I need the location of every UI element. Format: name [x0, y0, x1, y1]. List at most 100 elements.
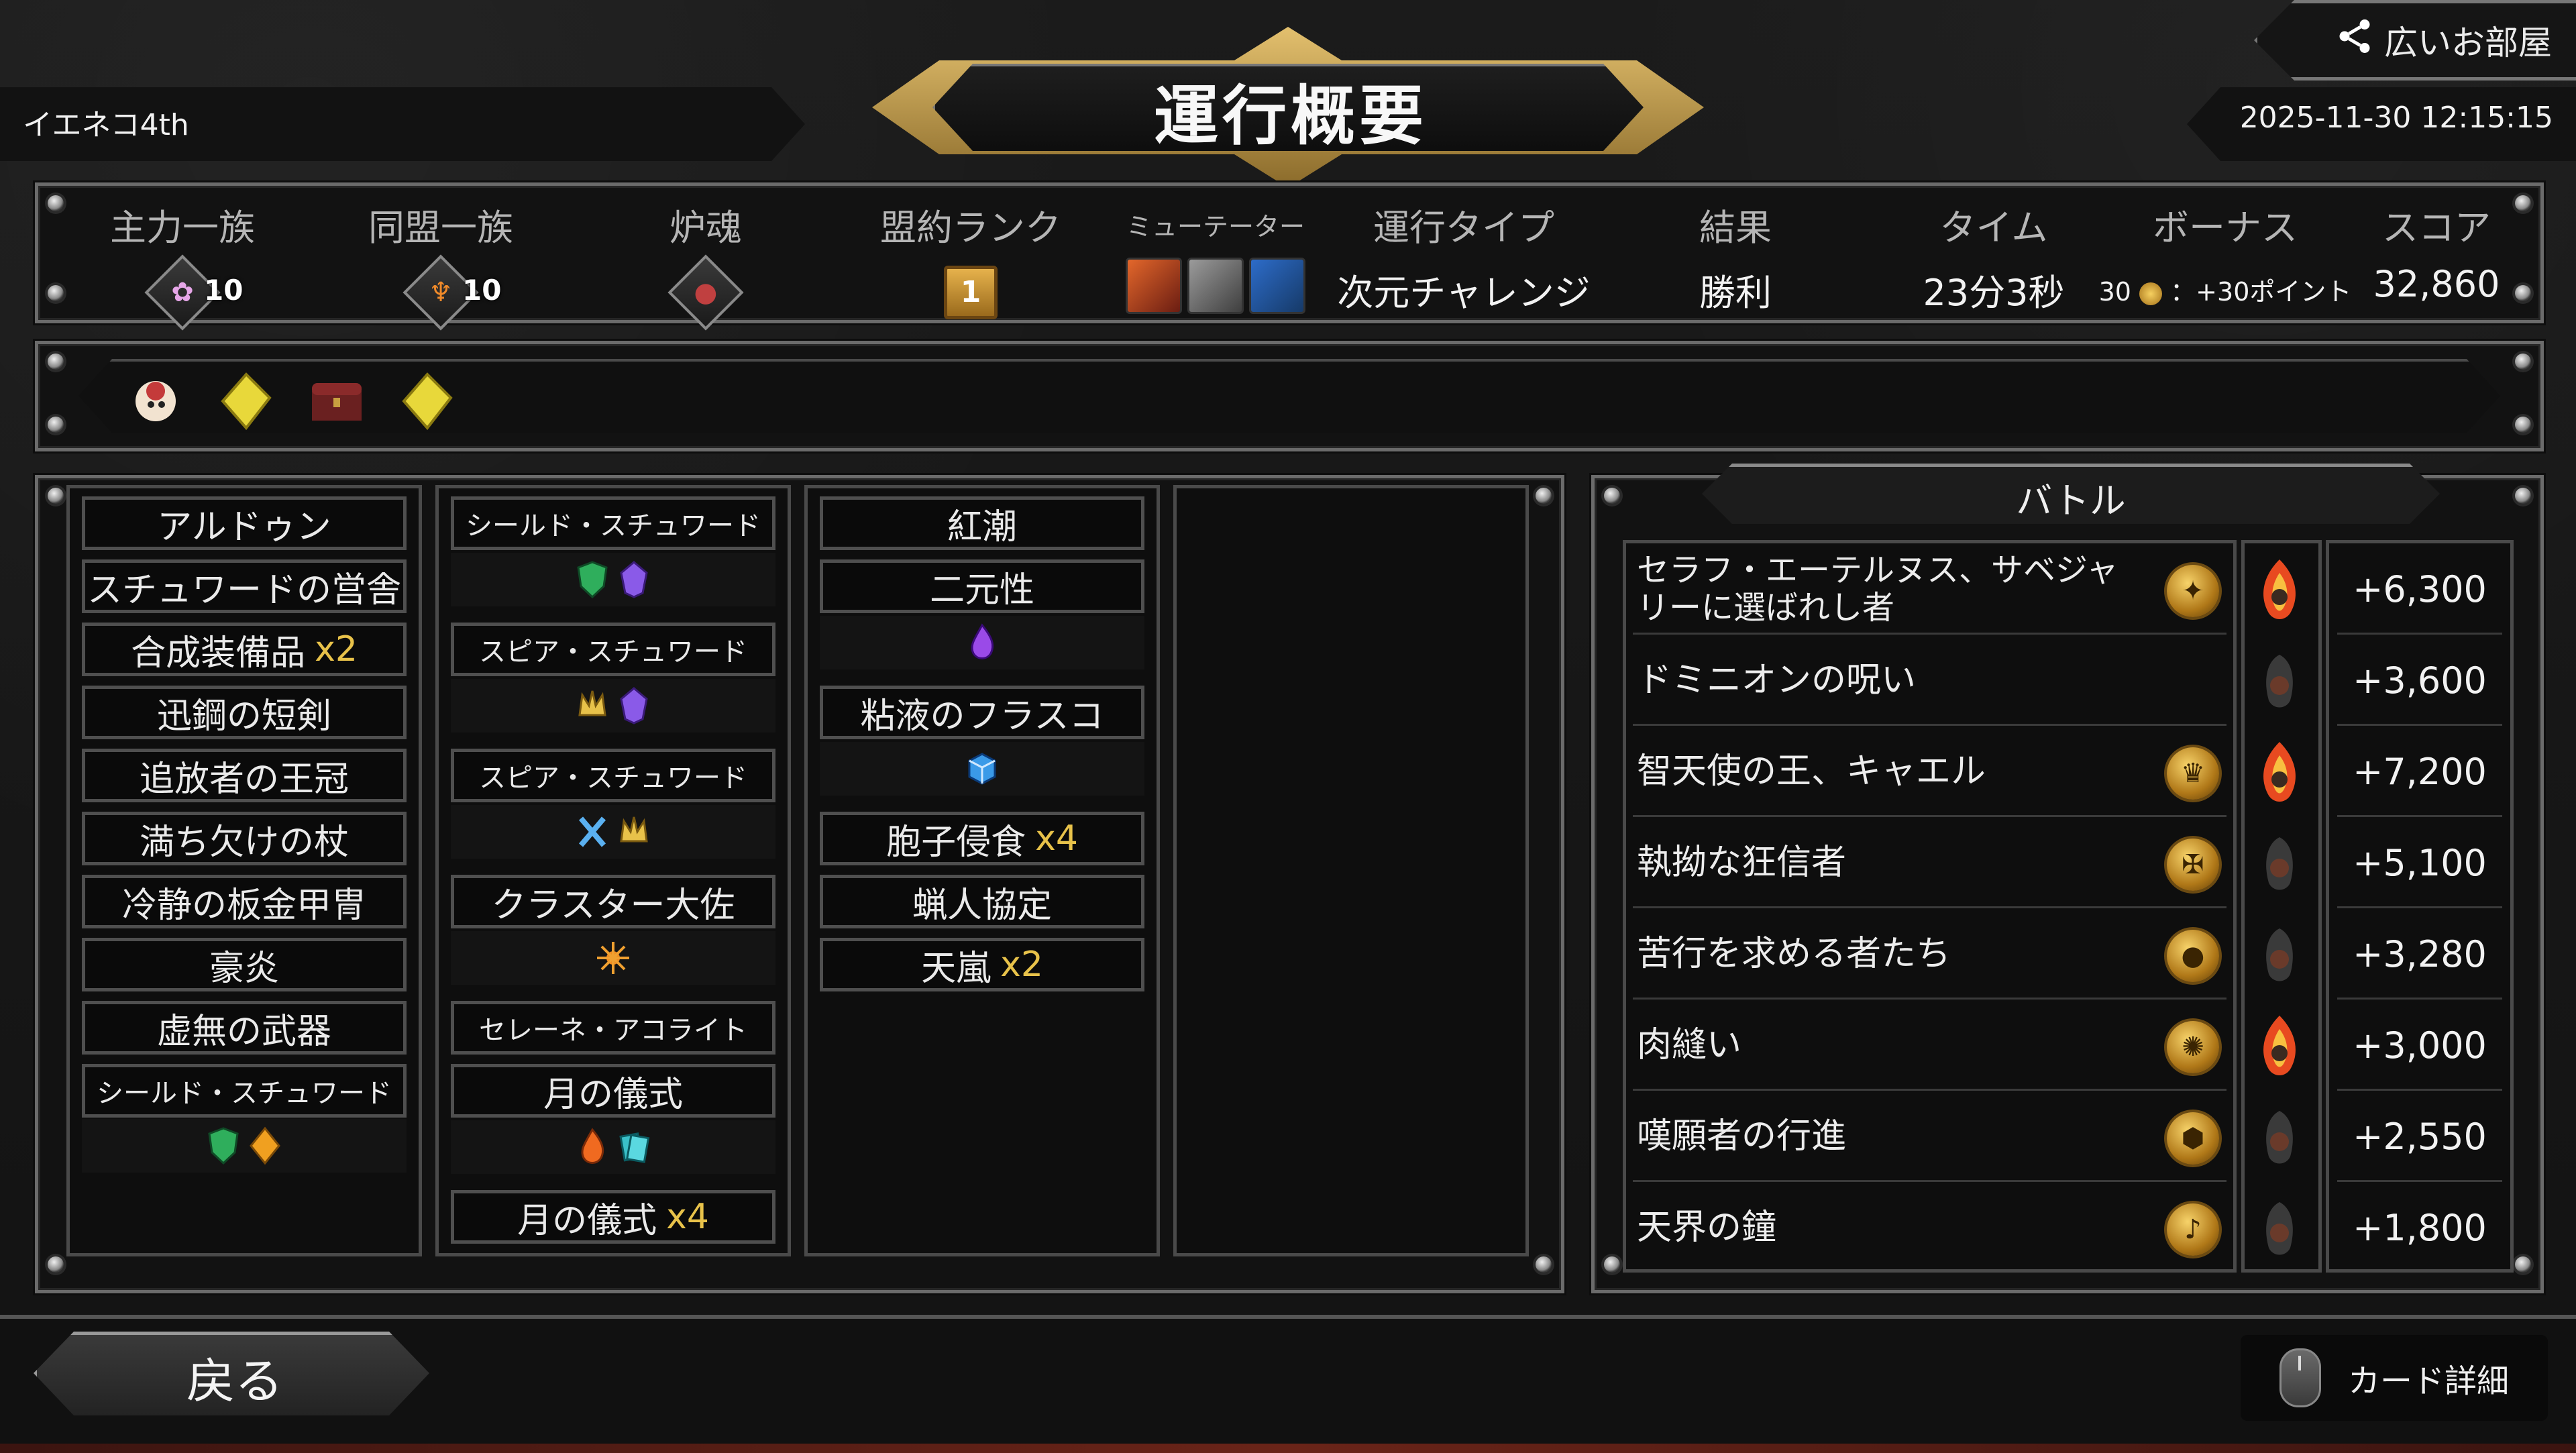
card-waxing-staff[interactable]: 満ち欠けの杖 — [82, 812, 407, 865]
bonus-points: ：+30ポイント — [2170, 277, 2352, 307]
card-name: スピア・スチュワード — [479, 763, 747, 794]
battle-row[interactable]: 智天使の王、キャエル ♛ — [1626, 726, 2233, 817]
battle-name: 執拗な狂信者 — [1637, 843, 1847, 883]
battle-row[interactable]: 嘆願者の行進 ⬢ — [1626, 1091, 2233, 1182]
rivet-icon — [2515, 1256, 2531, 1273]
stat-mutators[interactable]: ミューテーター — [1115, 186, 1316, 320]
treasure-chest-relic-icon[interactable] — [307, 371, 367, 431]
bottom-accent — [0, 1444, 2576, 1453]
card-name: 冷静の板金甲冑 — [121, 885, 366, 926]
share-icon — [2334, 16, 2375, 65]
rivet-icon — [2515, 195, 2531, 211]
battle-row[interactable]: セラフ・エーテルヌス、サベジャリーに選ばれし者 ✦ — [1626, 543, 2233, 635]
teal-cards-gem-icon — [619, 1132, 650, 1163]
card-spear-steward[interactable]: スピア・スチュワード — [451, 623, 775, 676]
battle-score: +5,100 — [2353, 841, 2487, 884]
battle-scores-column: +6,300 +3,600 +7,200 +5,100 +3,280 +3,00… — [2326, 540, 2514, 1273]
battle-name: 肉縫い — [1637, 1025, 1742, 1065]
card-synthesis-equipment[interactable]: 合成装備品 x2 — [82, 623, 407, 676]
card-name: 天嵐 — [921, 948, 991, 989]
card-spear-steward[interactable]: スピア・スチュワード — [451, 749, 775, 802]
yellow-crystal-relic-icon[interactable] — [216, 371, 276, 431]
card-name: クラスター大佐 — [491, 885, 735, 926]
mutator-cards-icon[interactable] — [1249, 258, 1305, 314]
back-button[interactable]: 戻る — [34, 1332, 429, 1415]
yellow-crystal-relic-icon[interactable] — [397, 371, 458, 431]
card-detail-label: カード詳細 — [2347, 1362, 2509, 1400]
stat-label: スコア — [2382, 207, 2491, 249]
share-button[interactable]: 広いお部屋 — [2254, 0, 2576, 80]
pyre-icon — [2266, 928, 2293, 981]
stat-main-clan[interactable]: 主力一族 ✿ 10 — [92, 186, 273, 331]
battle-score: +2,550 — [2353, 1115, 2487, 1158]
card-name: 粘液のフラスコ — [860, 696, 1104, 737]
green-shield-gem-icon — [577, 561, 608, 599]
run-type-value: 次元チャレンジ — [1337, 272, 1591, 314]
card-name: 蝋人協定 — [912, 885, 1052, 926]
share-label: 広いお部屋 — [2384, 23, 2552, 62]
card-calm-plate-armor[interactable]: 冷静の板金甲冑 — [82, 875, 407, 928]
card-name: 虚無の武器 — [156, 1011, 331, 1052]
battle-row[interactable]: 天界の鐘 ♪ — [1626, 1182, 2233, 1273]
battle-row[interactable]: 執拗な狂信者 ✠ — [1626, 817, 2233, 908]
mutator-tombstone-icon[interactable] — [1187, 258, 1244, 314]
page-title: 運行概要 — [932, 64, 1644, 151]
rivet-icon — [1536, 1256, 1552, 1273]
card-name: シールド・スチュワード — [466, 510, 761, 541]
stat-label: 炉魂 — [669, 207, 742, 249]
card-shield-steward[interactable]: シールド・スチュワード — [451, 496, 775, 550]
boss-emblem-icon: ♛ — [2167, 747, 2219, 800]
purple-crystal-gem-icon — [620, 561, 648, 598]
card-cluster-colonel[interactable]: クラスター大佐 — [451, 875, 775, 928]
rivet-icon — [48, 285, 64, 301]
card-steward-barracks[interactable]: スチュワードの営舎 — [82, 559, 407, 613]
stat-label: ミューテーター — [1126, 212, 1305, 241]
upgrade-gems — [451, 931, 775, 985]
card-name: スピア・スチュワード — [479, 637, 747, 667]
battle-row[interactable]: ドミニオンの呪い — [1626, 635, 2233, 726]
card-exile-crown[interactable]: 追放者の王冠 — [82, 749, 407, 802]
card-detail-button[interactable]: カード詳細 — [2241, 1335, 2548, 1421]
card-swift-steel-dagger[interactable]: 迅鋼の短剣 — [82, 686, 407, 739]
pyre-flame-icon — [2263, 559, 2296, 619]
stat-covenant-rank[interactable]: 盟約ランク 1 — [857, 186, 1085, 320]
battle-emblem-icon: ✠ — [2167, 839, 2219, 891]
card-crimson-tide[interactable]: 紅潮 — [820, 496, 1144, 550]
stat-run-type: 運行タイプ 次元チャレンジ — [1336, 186, 1591, 320]
battle-row[interactable]: 苦行を求める者たち ● — [1626, 908, 2233, 1000]
card-duality[interactable]: 二元性 — [820, 559, 1144, 613]
time-value: 23分3秒 — [1923, 272, 2065, 314]
stat-pyre[interactable]: 炉魂 ● — [629, 186, 783, 331]
mutator-beast-icon[interactable] — [1126, 258, 1182, 314]
card-spore-erosion[interactable]: 胞子侵食 x4 — [820, 812, 1144, 865]
card-moon-ritual[interactable]: 月の儀式 — [451, 1064, 775, 1118]
run-datetime: 2025-11-30 12:15:15 — [2239, 101, 2553, 135]
relics-panel — [35, 341, 2544, 451]
battle-pyre-column — [2241, 540, 2322, 1273]
card-heaven-storm[interactable]: 天嵐 x2 — [820, 938, 1144, 991]
card-slime-flask[interactable]: 粘液のフラスコ — [820, 686, 1144, 739]
card-inferno[interactable]: 豪炎 — [82, 938, 407, 991]
card-shield-steward[interactable]: シールド・スチュワード — [82, 1064, 407, 1118]
main-clan-badge: ✿ 10 — [144, 251, 243, 331]
orange-diamond-gem-icon — [250, 1126, 280, 1165]
orange-sun-gem-icon — [597, 942, 629, 974]
battle-row[interactable]: 肉縫い ✺ — [1626, 1000, 2233, 1091]
card-moon-ritual-x4[interactable]: 月の儀式 x4 — [451, 1190, 775, 1244]
stat-label: 運行タイプ — [1373, 207, 1554, 249]
clown-relic-icon[interactable] — [125, 371, 186, 431]
stat-bonus[interactable]: ボーナス 30 ：+30ポイント — [2084, 186, 2366, 320]
card-aldoon[interactable]: アルドゥン — [82, 496, 407, 550]
card-wax-pact[interactable]: 蝋人協定 — [820, 875, 1144, 928]
pyre-flame-icon — [2263, 1016, 2296, 1075]
card-void-weapon[interactable]: 虚無の武器 — [82, 1001, 407, 1055]
stat-allied-clan[interactable]: 同盟一族 ♆ 10 — [350, 186, 531, 331]
battle-name: 苦行を求める者たち — [1637, 934, 1951, 974]
score-value: 32,860 — [2373, 263, 2500, 305]
bonus-count: 30 — [2098, 277, 2131, 307]
card-selene-acolyte[interactable]: セレーネ・アコライト — [451, 1001, 775, 1055]
card-count: x2 — [1000, 945, 1043, 985]
card-name: 豪炎 — [209, 948, 279, 989]
card-name: シールド・スチュワード — [97, 1078, 392, 1109]
rivet-icon — [48, 354, 64, 370]
